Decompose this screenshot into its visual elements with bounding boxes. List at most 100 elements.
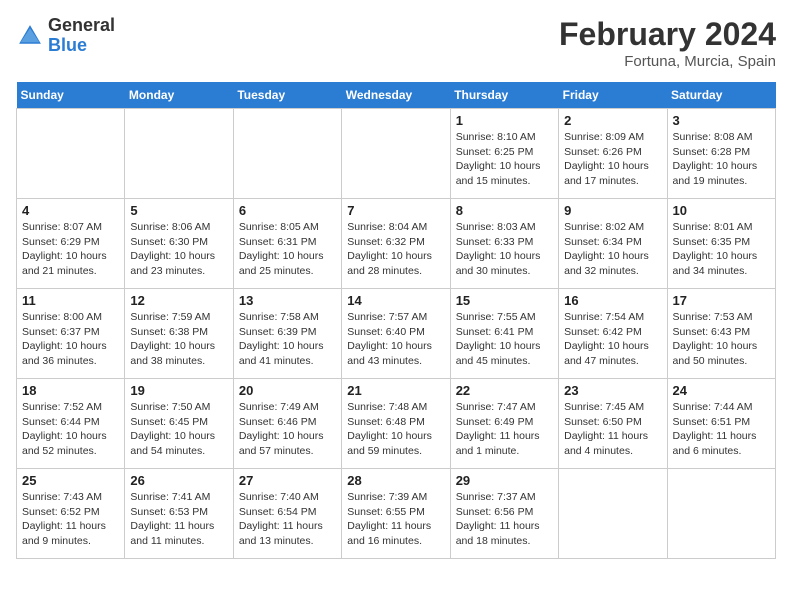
- calendar-cell: 22Sunrise: 7:47 AM Sunset: 6:49 PM Dayli…: [450, 379, 558, 469]
- calendar-cell: [559, 469, 667, 559]
- cell-date: 17: [673, 293, 770, 308]
- day-header-monday: Monday: [125, 82, 233, 109]
- cell-date: 10: [673, 203, 770, 218]
- calendar-cell: 2 Sunrise: 8:09 AM Sunset: 6:26 PM Daylig…: [559, 109, 667, 199]
- cell-date: 14: [347, 293, 444, 308]
- calendar-body: 1 Sunrise: 8:10 AM Sunset: 6:25 PM Daylig…: [17, 109, 776, 559]
- logo-text: GeneralBlue: [48, 16, 115, 56]
- week-row-2: 4 Sunrise: 8:07 AM Sunset: 6:29 PM Daylig…: [17, 199, 776, 289]
- calendar-cell: 7Sunrise: 8:04 AM Sunset: 6:32 PM Daylig…: [342, 199, 450, 289]
- cell-date: 22: [456, 383, 553, 398]
- cell-date: 29: [456, 473, 553, 488]
- calendar-cell: 29 Sunrise: 7:37 AM Sunset: 6:56 PM Dayli…: [450, 469, 558, 559]
- calendar-cell: 5 Sunrise: 8:06 AM Sunset: 6:30 PM Daylig…: [125, 199, 233, 289]
- cell-info: Sunrise: 7:50 AM Sunset: 6:45 PM Dayligh…: [130, 400, 227, 459]
- cell-date: 20: [239, 383, 336, 398]
- calendar-cell: [233, 109, 341, 199]
- calendar-cell: 21 Sunrise: 7:48 AM Sunset: 6:48 PM Dayli…: [342, 379, 450, 469]
- cell-info: Sunrise: 7:37 AM Sunset: 6:56 PM Dayligh…: [456, 490, 553, 549]
- cell-info: Sunrise: 7:58 AM Sunset: 6:39 PM Dayligh…: [239, 310, 336, 369]
- calendar-cell: 8 Sunrise: 8:03 AM Sunset: 6:33 PM Daylig…: [450, 199, 558, 289]
- cell-info: Sunrise: 7:45 AM Sunset: 6:50 PM Dayligh…: [564, 400, 661, 459]
- cell-date: 27: [239, 473, 336, 488]
- cell-date: 15: [456, 293, 553, 308]
- cell-info: Sunrise: 8:09 AM Sunset: 6:26 PM Dayligh…: [564, 130, 661, 189]
- subtitle: Fortuna, Murcia, Spain: [559, 53, 776, 70]
- cell-date: 25: [22, 473, 119, 488]
- cell-date: 4: [22, 203, 119, 218]
- cell-info: Sunrise: 7:57 AM Sunset: 6:40 PM Dayligh…: [347, 310, 444, 369]
- logo: GeneralBlue: [16, 16, 115, 56]
- week-row-5: 25 Sunrise: 7:43 AM Sunset: 6:52 PM Dayli…: [17, 469, 776, 559]
- day-header-thursday: Thursday: [450, 82, 558, 109]
- cell-info: Sunrise: 8:03 AM Sunset: 6:33 PM Dayligh…: [456, 220, 553, 279]
- cell-date: 8: [456, 203, 553, 218]
- cell-date: 12: [130, 293, 227, 308]
- cell-info: Sunrise: 7:43 AM Sunset: 6:52 PM Dayligh…: [22, 490, 119, 549]
- cell-info: Sunrise: 8:02 AM Sunset: 6:34 PM Dayligh…: [564, 220, 661, 279]
- cell-info: Sunrise: 8:08 AM Sunset: 6:28 PM Dayligh…: [673, 130, 770, 189]
- calendar-cell: 24 Sunrise: 7:44 AM Sunset: 6:51 PM Dayli…: [667, 379, 775, 469]
- week-row-4: 18Sunrise: 7:52 AM Sunset: 6:44 PM Dayli…: [17, 379, 776, 469]
- cell-info: Sunrise: 7:52 AM Sunset: 6:44 PM Dayligh…: [22, 400, 119, 459]
- calendar-cell: 11 Sunrise: 8:00 AM Sunset: 6:37 PM Dayli…: [17, 289, 125, 379]
- cell-info: Sunrise: 7:44 AM Sunset: 6:51 PM Dayligh…: [673, 400, 770, 459]
- calendar-cell: 20 Sunrise: 7:49 AM Sunset: 6:46 PM Dayli…: [233, 379, 341, 469]
- cell-info: Sunrise: 7:59 AM Sunset: 6:38 PM Dayligh…: [130, 310, 227, 369]
- calendar-cell: 1 Sunrise: 8:10 AM Sunset: 6:25 PM Daylig…: [450, 109, 558, 199]
- week-row-3: 11 Sunrise: 8:00 AM Sunset: 6:37 PM Dayli…: [17, 289, 776, 379]
- calendar-cell: [125, 109, 233, 199]
- calendar-cell: 3Sunrise: 8:08 AM Sunset: 6:28 PM Daylig…: [667, 109, 775, 199]
- calendar-cell: [17, 109, 125, 199]
- calendar-cell: 26Sunrise: 7:41 AM Sunset: 6:53 PM Dayli…: [125, 469, 233, 559]
- cell-info: Sunrise: 8:00 AM Sunset: 6:37 PM Dayligh…: [22, 310, 119, 369]
- cell-date: 1: [456, 113, 553, 128]
- calendar-cell: 10Sunrise: 8:01 AM Sunset: 6:35 PM Dayli…: [667, 199, 775, 289]
- calendar-cell: 4 Sunrise: 8:07 AM Sunset: 6:29 PM Daylig…: [17, 199, 125, 289]
- calendar-header-row: SundayMondayTuesdayWednesdayThursdayFrid…: [17, 82, 776, 109]
- calendar-cell: 6Sunrise: 8:05 AM Sunset: 6:31 PM Daylig…: [233, 199, 341, 289]
- calendar-cell: 15 Sunrise: 7:55 AM Sunset: 6:41 PM Dayli…: [450, 289, 558, 379]
- cell-info: Sunrise: 7:49 AM Sunset: 6:46 PM Dayligh…: [239, 400, 336, 459]
- cell-date: 7: [347, 203, 444, 218]
- calendar-cell: 19 Sunrise: 7:50 AM Sunset: 6:45 PM Dayli…: [125, 379, 233, 469]
- cell-date: 5: [130, 203, 227, 218]
- cell-info: Sunrise: 8:10 AM Sunset: 6:25 PM Dayligh…: [456, 130, 553, 189]
- week-row-1: 1 Sunrise: 8:10 AM Sunset: 6:25 PM Daylig…: [17, 109, 776, 199]
- cell-info: Sunrise: 7:53 AM Sunset: 6:43 PM Dayligh…: [673, 310, 770, 369]
- calendar-cell: 16Sunrise: 7:54 AM Sunset: 6:42 PM Dayli…: [559, 289, 667, 379]
- cell-date: 23: [564, 383, 661, 398]
- calendar-table: SundayMondayTuesdayWednesdayThursdayFrid…: [16, 82, 776, 559]
- day-header-sunday: Sunday: [17, 82, 125, 109]
- cell-date: 19: [130, 383, 227, 398]
- calendar-cell: 13 Sunrise: 7:58 AM Sunset: 6:39 PM Dayli…: [233, 289, 341, 379]
- calendar-cell: 23 Sunrise: 7:45 AM Sunset: 6:50 PM Dayli…: [559, 379, 667, 469]
- cell-date: 11: [22, 293, 119, 308]
- cell-info: Sunrise: 7:55 AM Sunset: 6:41 PM Dayligh…: [456, 310, 553, 369]
- calendar-cell: 28Sunrise: 7:39 AM Sunset: 6:55 PM Dayli…: [342, 469, 450, 559]
- cell-info: Sunrise: 8:06 AM Sunset: 6:30 PM Dayligh…: [130, 220, 227, 279]
- cell-date: 24: [673, 383, 770, 398]
- day-header-tuesday: Tuesday: [233, 82, 341, 109]
- calendar-cell: 25 Sunrise: 7:43 AM Sunset: 6:52 PM Dayli…: [17, 469, 125, 559]
- day-header-friday: Friday: [559, 82, 667, 109]
- cell-date: 26: [130, 473, 227, 488]
- calendar-cell: [667, 469, 775, 559]
- calendar-cell: 18Sunrise: 7:52 AM Sunset: 6:44 PM Dayli…: [17, 379, 125, 469]
- main-title: February 2024: [559, 16, 776, 53]
- cell-info: Sunrise: 7:39 AM Sunset: 6:55 PM Dayligh…: [347, 490, 444, 549]
- cell-date: 9: [564, 203, 661, 218]
- cell-info: Sunrise: 7:48 AM Sunset: 6:48 PM Dayligh…: [347, 400, 444, 459]
- cell-info: Sunrise: 8:07 AM Sunset: 6:29 PM Dayligh…: [22, 220, 119, 279]
- cell-date: 13: [239, 293, 336, 308]
- title-block: February 2024 Fortuna, Murcia, Spain: [559, 16, 776, 70]
- cell-date: 2: [564, 113, 661, 128]
- page-header: GeneralBlue February 2024 Fortuna, Murci…: [16, 16, 776, 70]
- logo-icon: [16, 22, 44, 50]
- day-header-saturday: Saturday: [667, 82, 775, 109]
- cell-date: 21: [347, 383, 444, 398]
- cell-date: 16: [564, 293, 661, 308]
- calendar-cell: [342, 109, 450, 199]
- cell-date: 6: [239, 203, 336, 218]
- calendar-cell: 9 Sunrise: 8:02 AM Sunset: 6:34 PM Daylig…: [559, 199, 667, 289]
